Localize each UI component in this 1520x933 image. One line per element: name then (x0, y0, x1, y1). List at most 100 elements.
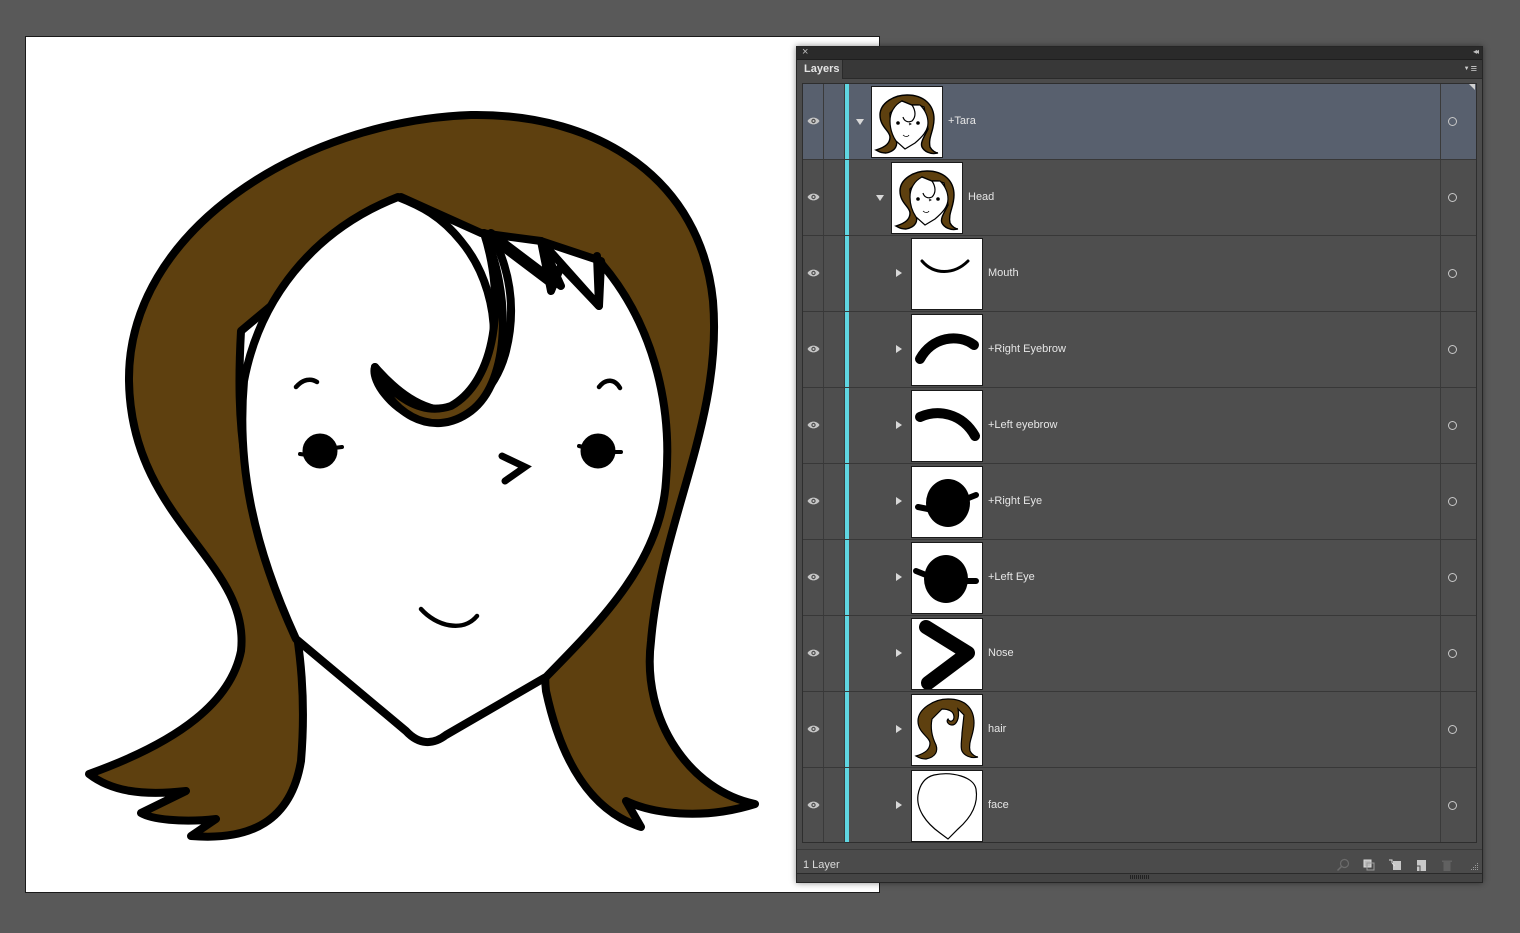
layer-row[interactable]: Mouth (803, 236, 1476, 312)
visibility-eye-icon[interactable] (807, 116, 820, 126)
expand-triangle-icon[interactable] (896, 649, 902, 657)
mouth-thumbnail-icon (920, 259, 970, 273)
panel-titlebar[interactable]: × ◂◂ (797, 45, 1482, 60)
tab-layers[interactable]: Layers (797, 60, 843, 79)
column-divider (823, 84, 824, 159)
layer-name[interactable]: +Left eyebrow (988, 418, 1057, 432)
expand-triangle-icon[interactable] (896, 497, 902, 505)
layer-thumbnail (911, 390, 983, 462)
column-divider (1440, 464, 1441, 539)
layer-row[interactable]: +Left eyebrow (803, 388, 1476, 464)
layer-color-indicator (845, 692, 849, 767)
dropdown-triangle-icon: ▼ (1463, 66, 1470, 73)
layer-color-indicator (845, 616, 849, 691)
make-clipping-mask-icon[interactable] (1362, 858, 1376, 872)
create-sublayer-icon[interactable] (1388, 858, 1402, 872)
layer-row[interactable]: Nose (803, 616, 1476, 692)
target-circle-icon[interactable] (1448, 801, 1457, 810)
layer-color-indicator (845, 388, 849, 463)
delete-icon[interactable] (1440, 858, 1454, 872)
panel-footer: 1 Layer (797, 847, 1482, 873)
collapse-triangle-icon[interactable] (856, 119, 864, 125)
layer-thumbnail (911, 694, 983, 766)
target-circle-icon[interactable] (1448, 345, 1457, 354)
visibility-eye-icon[interactable] (807, 572, 820, 582)
target-circle-icon[interactable] (1448, 117, 1457, 126)
panel-resize-bar[interactable] (797, 873, 1482, 882)
visibility-eye-icon[interactable] (807, 192, 820, 202)
visibility-eye-icon[interactable] (807, 496, 820, 506)
visibility-eye-icon[interactable] (807, 268, 820, 278)
column-divider (823, 312, 824, 387)
layers-panel: × ◂◂ Layers ▼≡ +Tara Head Mouth +Right Eyeb… (796, 46, 1483, 883)
layer-list[interactable]: +Tara Head Mouth +Right Eyebrow +Left eyebro… (802, 83, 1477, 843)
visibility-eye-icon[interactable] (807, 344, 820, 354)
target-circle-icon[interactable] (1448, 725, 1457, 734)
column-divider (823, 616, 824, 691)
layer-name[interactable]: +Right Eye (988, 494, 1042, 508)
visibility-eye-icon[interactable] (807, 648, 820, 658)
left-eye-art (302, 433, 338, 469)
layer-name[interactable]: +Left Eye (988, 570, 1035, 584)
target-circle-icon[interactable] (1448, 497, 1457, 506)
expand-triangle-icon[interactable] (896, 801, 902, 809)
column-divider (1440, 236, 1441, 311)
expand-triangle-icon[interactable] (896, 573, 902, 581)
left-eye-thumbnail-icon (913, 555, 979, 603)
layer-name[interactable]: face (988, 798, 1009, 812)
create-new-layer-icon[interactable] (1414, 858, 1428, 872)
layer-name[interactable]: hair (988, 722, 1006, 736)
column-divider (1440, 540, 1441, 615)
target-circle-icon[interactable] (1448, 269, 1457, 278)
layer-count: 1 Layer (803, 859, 840, 871)
expand-triangle-icon[interactable] (896, 421, 902, 429)
artboard[interactable] (25, 36, 880, 893)
collapse-panel-icon[interactable]: ◂◂ (1473, 46, 1479, 58)
layer-thumbnail (911, 466, 983, 538)
layer-thumbnail (911, 314, 983, 386)
layer-thumbnail (891, 162, 963, 234)
panel-menu-button[interactable]: ▼≡ (1464, 62, 1477, 76)
column-divider (823, 692, 824, 767)
target-circle-icon[interactable] (1448, 649, 1457, 658)
layer-color-indicator (845, 768, 849, 842)
resize-grip[interactable] (1469, 861, 1479, 871)
layer-row[interactable]: face (803, 768, 1476, 842)
column-divider (823, 236, 824, 311)
right-eyebrow-thumbnail-icon (915, 333, 979, 364)
layer-thumbnail (911, 618, 983, 690)
visibility-eye-icon[interactable] (807, 724, 820, 734)
layer-thumbnail (911, 238, 983, 310)
layer-name[interactable]: +Right Eyebrow (988, 342, 1066, 356)
layer-thumbnail (911, 770, 983, 842)
full-face-thumbnail-icon (894, 170, 959, 231)
visibility-eye-icon[interactable] (807, 800, 820, 810)
target-circle-icon[interactable] (1448, 573, 1457, 582)
layer-row[interactable]: Head (803, 160, 1476, 236)
layer-row[interactable]: +Tara (803, 84, 1476, 160)
close-icon[interactable]: × (802, 45, 808, 59)
layer-name[interactable]: Head (968, 190, 994, 204)
layer-name[interactable]: +Tara (948, 114, 976, 128)
collapse-triangle-icon[interactable] (876, 195, 884, 201)
nose-thumbnail-icon (919, 620, 975, 689)
hair-thumbnail-icon (914, 698, 979, 760)
layer-name[interactable]: Nose (988, 646, 1014, 660)
layer-row[interactable]: +Left Eye (803, 540, 1476, 616)
expand-triangle-icon[interactable] (896, 725, 902, 733)
expand-triangle-icon[interactable] (896, 269, 902, 277)
layer-name[interactable]: Mouth (988, 266, 1019, 280)
expand-triangle-icon[interactable] (896, 345, 902, 353)
target-circle-icon[interactable] (1448, 193, 1457, 202)
visibility-eye-icon[interactable] (807, 420, 820, 430)
column-divider (1440, 84, 1441, 159)
column-divider (823, 160, 824, 235)
layer-row[interactable]: hair (803, 692, 1476, 768)
column-divider (1440, 768, 1441, 842)
drag-handle[interactable] (1130, 875, 1150, 879)
target-circle-icon[interactable] (1448, 421, 1457, 430)
layer-row[interactable]: +Right Eye (803, 464, 1476, 540)
locate-object-icon[interactable] (1336, 858, 1350, 872)
layer-color-indicator (845, 84, 849, 159)
layer-row[interactable]: +Right Eyebrow (803, 312, 1476, 388)
